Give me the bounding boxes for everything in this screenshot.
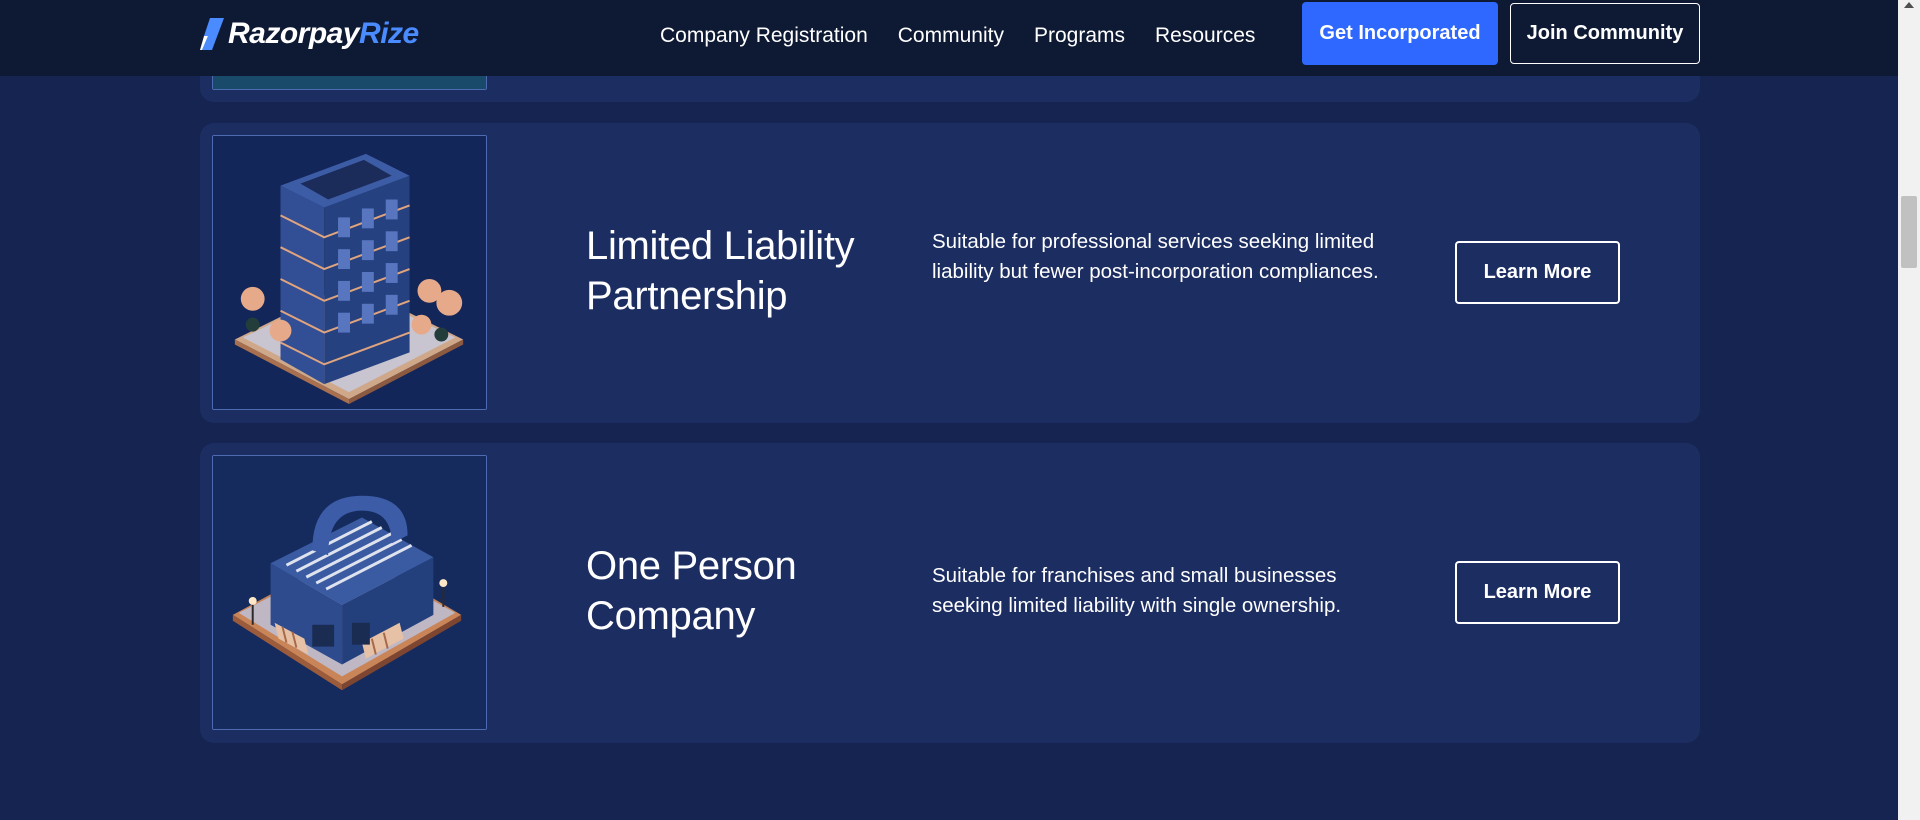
scrollbar[interactable] xyxy=(1898,0,1920,820)
scrollbar-thumb[interactable] xyxy=(1901,196,1917,268)
nav-link-community[interactable]: Community xyxy=(898,24,1004,48)
card-image-opc xyxy=(212,455,487,730)
card-description: Suitable for professional services seeki… xyxy=(932,230,1379,283)
razorpay-logo-icon xyxy=(200,18,224,50)
shop-storefront-icon xyxy=(213,456,486,729)
logo[interactable]: RazorpayRize xyxy=(200,14,419,54)
logo-text-razorpay: Razorpay xyxy=(228,17,360,50)
join-community-button[interactable]: Join Community xyxy=(1510,3,1700,64)
nav-link-company-registration[interactable]: Company Registration xyxy=(660,24,868,48)
office-building-icon xyxy=(213,136,486,409)
logo-text: RazorpayRize xyxy=(228,17,419,51)
card-llp: Limited Liability Partnership Suitable f… xyxy=(200,123,1700,423)
navbar: RazorpayRize Company Registration Commun… xyxy=(0,0,1898,76)
card-title: Limited Liability Partnership xyxy=(586,224,855,318)
learn-more-button[interactable]: Learn More xyxy=(1455,561,1620,624)
learn-more-button[interactable]: Learn More xyxy=(1455,241,1620,304)
card-description: Suitable for franchises and small busine… xyxy=(932,564,1342,617)
nav-link-resources[interactable]: Resources xyxy=(1155,24,1255,48)
card-image-llp xyxy=(212,135,487,410)
get-incorporated-button[interactable]: Get Incorporated xyxy=(1302,2,1498,65)
nav-link-programs[interactable]: Programs xyxy=(1034,24,1125,48)
card-opc: One Person Company Suitable for franchis… xyxy=(200,443,1700,743)
scroll-up-arrow-icon[interactable] xyxy=(1904,2,1914,8)
card-title: One Person Company xyxy=(586,544,797,638)
logo-text-rize: Rize xyxy=(359,17,419,50)
page: Limited Liability Partnership Suitable f… xyxy=(0,0,1920,820)
main-nav: Company Registration Community Programs … xyxy=(660,24,1255,48)
